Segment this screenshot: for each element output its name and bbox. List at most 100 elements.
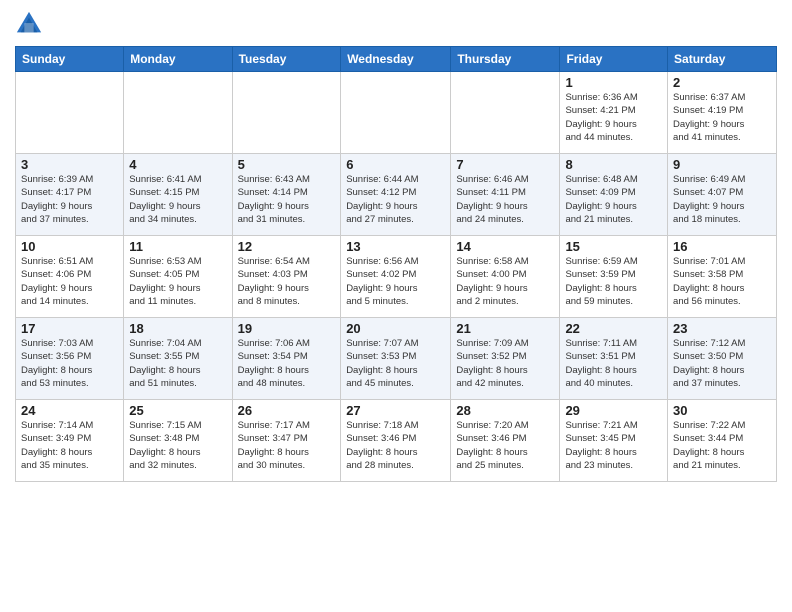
calendar-week-row: 1Sunrise: 6:36 AM Sunset: 4:21 PM Daylig… (16, 72, 777, 154)
day-info: Sunrise: 7:12 AM Sunset: 3:50 PM Dayligh… (673, 337, 771, 390)
calendar-day-cell: 17Sunrise: 7:03 AM Sunset: 3:56 PM Dayli… (16, 318, 124, 400)
calendar-day-header: Saturday (668, 47, 777, 72)
calendar-day-cell: 9Sunrise: 6:49 AM Sunset: 4:07 PM Daylig… (668, 154, 777, 236)
day-number: 26 (238, 403, 336, 418)
day-number: 8 (565, 157, 662, 172)
day-number: 29 (565, 403, 662, 418)
calendar-week-row: 10Sunrise: 6:51 AM Sunset: 4:06 PM Dayli… (16, 236, 777, 318)
calendar-day-cell: 18Sunrise: 7:04 AM Sunset: 3:55 PM Dayli… (124, 318, 232, 400)
day-number: 6 (346, 157, 445, 172)
calendar-day-cell (16, 72, 124, 154)
day-number: 19 (238, 321, 336, 336)
day-info: Sunrise: 7:14 AM Sunset: 3:49 PM Dayligh… (21, 419, 118, 472)
day-info: Sunrise: 6:44 AM Sunset: 4:12 PM Dayligh… (346, 173, 445, 226)
calendar-header-row: SundayMondayTuesdayWednesdayThursdayFrid… (16, 47, 777, 72)
calendar-day-cell: 23Sunrise: 7:12 AM Sunset: 3:50 PM Dayli… (668, 318, 777, 400)
calendar-week-row: 24Sunrise: 7:14 AM Sunset: 3:49 PM Dayli… (16, 400, 777, 482)
day-info: Sunrise: 7:11 AM Sunset: 3:51 PM Dayligh… (565, 337, 662, 390)
day-info: Sunrise: 7:03 AM Sunset: 3:56 PM Dayligh… (21, 337, 118, 390)
day-number: 2 (673, 75, 771, 90)
day-info: Sunrise: 7:20 AM Sunset: 3:46 PM Dayligh… (456, 419, 554, 472)
day-number: 7 (456, 157, 554, 172)
calendar-day-cell: 7Sunrise: 6:46 AM Sunset: 4:11 PM Daylig… (451, 154, 560, 236)
calendar-day-cell: 15Sunrise: 6:59 AM Sunset: 3:59 PM Dayli… (560, 236, 668, 318)
calendar-day-cell: 10Sunrise: 6:51 AM Sunset: 4:06 PM Dayli… (16, 236, 124, 318)
calendar-day-cell: 1Sunrise: 6:36 AM Sunset: 4:21 PM Daylig… (560, 72, 668, 154)
calendar-day-cell: 20Sunrise: 7:07 AM Sunset: 3:53 PM Dayli… (341, 318, 451, 400)
calendar-day-cell: 14Sunrise: 6:58 AM Sunset: 4:00 PM Dayli… (451, 236, 560, 318)
calendar-day-cell: 5Sunrise: 6:43 AM Sunset: 4:14 PM Daylig… (232, 154, 341, 236)
day-number: 13 (346, 239, 445, 254)
day-number: 1 (565, 75, 662, 90)
day-info: Sunrise: 7:21 AM Sunset: 3:45 PM Dayligh… (565, 419, 662, 472)
day-info: Sunrise: 6:49 AM Sunset: 4:07 PM Dayligh… (673, 173, 771, 226)
day-info: Sunrise: 6:37 AM Sunset: 4:19 PM Dayligh… (673, 91, 771, 144)
header (15, 10, 777, 38)
day-number: 22 (565, 321, 662, 336)
day-number: 5 (238, 157, 336, 172)
day-number: 24 (21, 403, 118, 418)
day-number: 11 (129, 239, 226, 254)
calendar-day-cell: 11Sunrise: 6:53 AM Sunset: 4:05 PM Dayli… (124, 236, 232, 318)
day-info: Sunrise: 6:51 AM Sunset: 4:06 PM Dayligh… (21, 255, 118, 308)
calendar-day-cell: 22Sunrise: 7:11 AM Sunset: 3:51 PM Dayli… (560, 318, 668, 400)
calendar-day-cell: 16Sunrise: 7:01 AM Sunset: 3:58 PM Dayli… (668, 236, 777, 318)
day-info: Sunrise: 6:53 AM Sunset: 4:05 PM Dayligh… (129, 255, 226, 308)
day-info: Sunrise: 7:22 AM Sunset: 3:44 PM Dayligh… (673, 419, 771, 472)
calendar-day-cell (232, 72, 341, 154)
calendar-day-cell: 26Sunrise: 7:17 AM Sunset: 3:47 PM Dayli… (232, 400, 341, 482)
day-info: Sunrise: 7:07 AM Sunset: 3:53 PM Dayligh… (346, 337, 445, 390)
day-number: 23 (673, 321, 771, 336)
calendar-week-row: 3Sunrise: 6:39 AM Sunset: 4:17 PM Daylig… (16, 154, 777, 236)
calendar-day-cell (341, 72, 451, 154)
day-info: Sunrise: 7:01 AM Sunset: 3:58 PM Dayligh… (673, 255, 771, 308)
calendar-day-cell: 30Sunrise: 7:22 AM Sunset: 3:44 PM Dayli… (668, 400, 777, 482)
day-number: 4 (129, 157, 226, 172)
day-number: 17 (21, 321, 118, 336)
calendar-day-cell (451, 72, 560, 154)
calendar-day-cell: 19Sunrise: 7:06 AM Sunset: 3:54 PM Dayli… (232, 318, 341, 400)
day-info: Sunrise: 6:59 AM Sunset: 3:59 PM Dayligh… (565, 255, 662, 308)
day-number: 18 (129, 321, 226, 336)
day-info: Sunrise: 6:54 AM Sunset: 4:03 PM Dayligh… (238, 255, 336, 308)
calendar-day-cell: 25Sunrise: 7:15 AM Sunset: 3:48 PM Dayli… (124, 400, 232, 482)
day-number: 20 (346, 321, 445, 336)
logo (15, 10, 47, 38)
calendar: SundayMondayTuesdayWednesdayThursdayFrid… (15, 46, 777, 482)
day-number: 14 (456, 239, 554, 254)
day-info: Sunrise: 7:04 AM Sunset: 3:55 PM Dayligh… (129, 337, 226, 390)
calendar-day-header: Wednesday (341, 47, 451, 72)
day-number: 21 (456, 321, 554, 336)
calendar-day-cell: 21Sunrise: 7:09 AM Sunset: 3:52 PM Dayli… (451, 318, 560, 400)
calendar-day-header: Sunday (16, 47, 124, 72)
calendar-day-cell: 6Sunrise: 6:44 AM Sunset: 4:12 PM Daylig… (341, 154, 451, 236)
calendar-day-cell (124, 72, 232, 154)
day-number: 27 (346, 403, 445, 418)
logo-icon (15, 10, 43, 38)
day-info: Sunrise: 7:15 AM Sunset: 3:48 PM Dayligh… (129, 419, 226, 472)
day-info: Sunrise: 6:56 AM Sunset: 4:02 PM Dayligh… (346, 255, 445, 308)
day-number: 12 (238, 239, 336, 254)
calendar-day-cell: 29Sunrise: 7:21 AM Sunset: 3:45 PM Dayli… (560, 400, 668, 482)
calendar-day-cell: 8Sunrise: 6:48 AM Sunset: 4:09 PM Daylig… (560, 154, 668, 236)
day-number: 30 (673, 403, 771, 418)
calendar-day-cell: 28Sunrise: 7:20 AM Sunset: 3:46 PM Dayli… (451, 400, 560, 482)
day-info: Sunrise: 7:17 AM Sunset: 3:47 PM Dayligh… (238, 419, 336, 472)
day-number: 28 (456, 403, 554, 418)
day-info: Sunrise: 7:18 AM Sunset: 3:46 PM Dayligh… (346, 419, 445, 472)
day-info: Sunrise: 7:06 AM Sunset: 3:54 PM Dayligh… (238, 337, 336, 390)
day-info: Sunrise: 6:48 AM Sunset: 4:09 PM Dayligh… (565, 173, 662, 226)
calendar-day-header: Thursday (451, 47, 560, 72)
calendar-week-row: 17Sunrise: 7:03 AM Sunset: 3:56 PM Dayli… (16, 318, 777, 400)
day-info: Sunrise: 6:46 AM Sunset: 4:11 PM Dayligh… (456, 173, 554, 226)
calendar-day-cell: 27Sunrise: 7:18 AM Sunset: 3:46 PM Dayli… (341, 400, 451, 482)
day-number: 9 (673, 157, 771, 172)
day-number: 10 (21, 239, 118, 254)
day-info: Sunrise: 6:39 AM Sunset: 4:17 PM Dayligh… (21, 173, 118, 226)
day-number: 25 (129, 403, 226, 418)
calendar-day-header: Tuesday (232, 47, 341, 72)
calendar-day-header: Friday (560, 47, 668, 72)
day-info: Sunrise: 6:36 AM Sunset: 4:21 PM Dayligh… (565, 91, 662, 144)
day-info: Sunrise: 7:09 AM Sunset: 3:52 PM Dayligh… (456, 337, 554, 390)
day-number: 3 (21, 157, 118, 172)
